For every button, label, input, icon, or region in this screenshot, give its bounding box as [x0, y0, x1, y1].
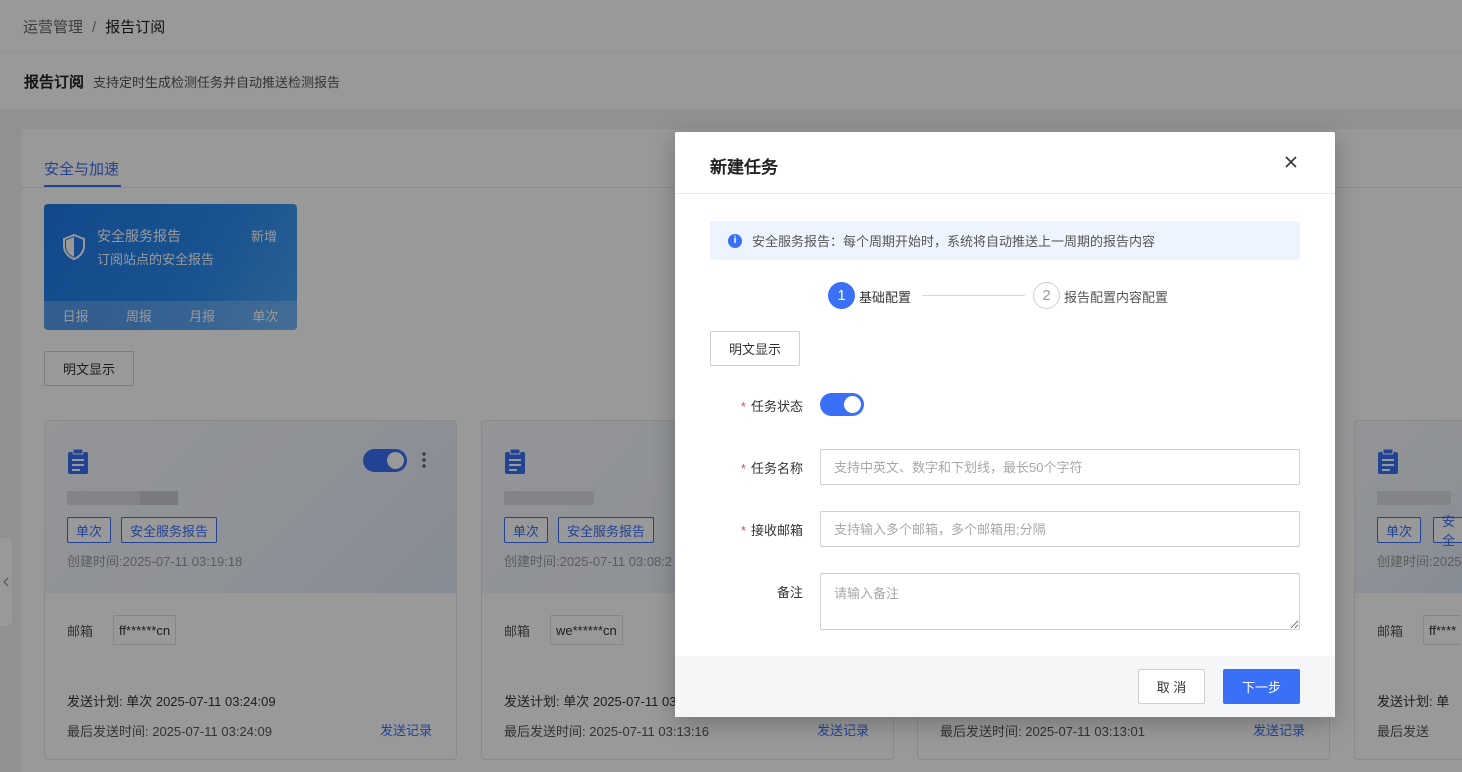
- task-status-toggle[interactable]: [820, 393, 864, 416]
- email-field-label: * 接收邮箱: [740, 523, 803, 538]
- info-alert-text: 安全服务报告：每个周期开始时，系统将自动推送上一周期的报告内容: [752, 234, 1156, 249]
- info-alert: i 安全服务报告：每个周期开始时，系统将自动推送上一周期的报告内容: [710, 221, 1300, 260]
- step-1-label: 基础配置: [859, 290, 912, 305]
- required-mark: *: [740, 461, 746, 476]
- new-task-modal: 新建任务 i 安全服务报告：每个周期开始时，系统将自动推送上一周期的报告内容 1…: [675, 132, 1335, 717]
- required-mark: *: [740, 399, 746, 414]
- remark-label: 备注: [776, 585, 803, 600]
- status-label: * 任务状态: [740, 399, 803, 414]
- step-2-indicator: 2: [1033, 282, 1060, 309]
- cancel-button[interactable]: 取 消: [1138, 669, 1205, 704]
- info-icon: i: [728, 233, 742, 248]
- modal-plaintext-button[interactable]: 明文显示: [710, 331, 800, 366]
- close-icon[interactable]: [1283, 154, 1299, 170]
- step-connector: [922, 295, 1025, 296]
- step-1-indicator: 1: [828, 282, 855, 309]
- email-input[interactable]: [820, 511, 1300, 547]
- next-step-button[interactable]: 下一步: [1223, 669, 1300, 704]
- task-name-label: * 任务名称: [740, 461, 803, 476]
- required-mark: *: [740, 523, 746, 538]
- step-2-label: 报告配置内容配置: [1064, 290, 1169, 305]
- remark-textarea[interactable]: [820, 573, 1300, 630]
- modal-title: 新建任务: [710, 158, 778, 177]
- task-name-input[interactable]: [820, 449, 1300, 485]
